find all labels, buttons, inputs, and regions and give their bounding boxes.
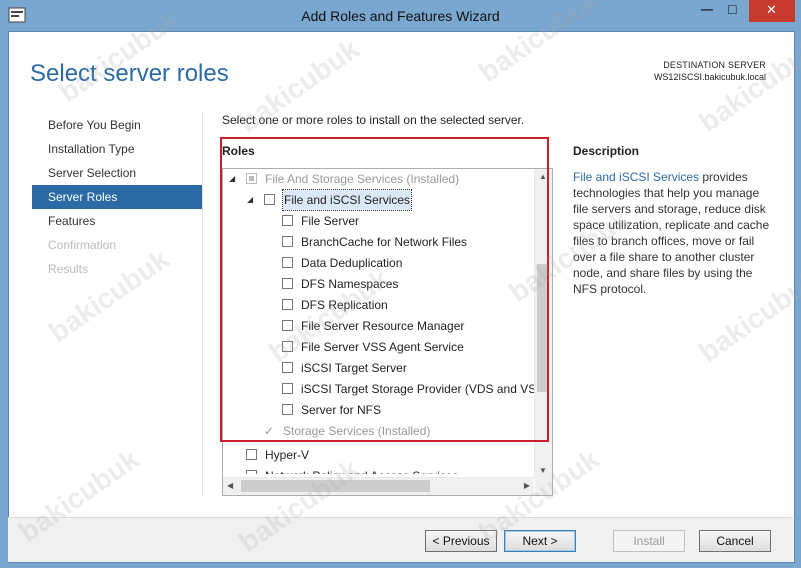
role-checkbox[interactable] [282,362,293,373]
role-row[interactable]: Hyper-V [223,445,534,465]
maximize-icon: □ [728,1,737,17]
role-checkbox[interactable] [246,449,257,460]
role-label: File Server VSS Agent Service [301,340,464,354]
wizard-window: Add Roles and Features Wizard — □ ✕ Sele… [0,0,801,568]
destination-server: WS12ISCSI.bakicubuk.local [653,72,766,82]
role-row[interactable]: DFS Replication [223,295,534,315]
role-label: File and iSCSI Services [281,189,413,211]
role-label: Data Deduplication [301,256,403,270]
scrollbar-corner [535,478,552,495]
scroll-down-icon[interactable]: ▼ [539,466,547,475]
role-checkbox[interactable] [282,341,293,352]
role-label: File And Storage Services (Installed) [265,172,460,186]
nav-installation-type[interactable]: Installation Type [32,137,202,161]
next-button[interactable]: Next > [504,530,576,552]
window-title: Add Roles and Features Wizard [301,8,500,24]
roles-list[interactable]: ◢ File And Storage Services (Installed) ◢ F… [222,168,553,496]
scroll-left-icon[interactable]: ◀ [227,481,233,490]
nav-before-you-begin[interactable]: Before You Begin [32,113,202,137]
role-checkbox[interactable] [282,383,293,394]
role-label: DFS Replication [301,298,388,312]
role-row[interactable]: File Server [223,211,534,231]
wizard-content: Select server roles DESTINATION SERVER W… [8,31,795,563]
expand-collapse-icon[interactable]: ◢ [247,190,253,210]
maximize-button[interactable]: □ [720,0,748,22]
role-label: Network Policy and Access Services [265,466,458,474]
previous-button[interactable]: < Previous [425,530,497,552]
close-icon: ✕ [766,2,777,17]
role-row[interactable]: iSCSI Target Storage Provider (VDS and V… [223,379,544,399]
role-checkbox[interactable] [282,404,293,415]
role-checkbox[interactable] [282,236,293,247]
page-title: Select server roles [30,60,229,87]
role-row[interactable]: iSCSI Target Server [223,358,534,378]
role-row[interactable]: DFS Namespaces [223,274,534,294]
vertical-scrollbar[interactable]: ▲ ▼ [534,169,552,478]
role-row[interactable]: Network Policy and Access Services [223,466,534,474]
role-row[interactable]: ✓ Storage Services (Installed) [223,421,534,441]
description-heading: Description [573,144,640,158]
role-label: BranchCache for Network Files [301,235,468,249]
role-row[interactable]: File Server Resource Manager [223,316,534,336]
wizard-footer: < Previous Next > Install Cancel [8,517,793,562]
destination-label: DESTINATION SERVER [663,60,766,70]
description-text: File and iSCSI Services provides technol… [573,169,773,297]
role-checkbox[interactable] [282,215,293,226]
role-checkbox [246,173,257,184]
role-checkbox[interactable] [282,257,293,268]
role-row[interactable]: Server for NFS [223,400,534,420]
wizard-nav: Before You Begin Installation Type Serve… [32,113,202,281]
title-bar[interactable]: Add Roles and Features Wizard — □ ✕ [0,0,801,32]
role-checkbox[interactable] [282,278,293,289]
role-checkbox[interactable] [282,320,293,331]
horizontal-scroll-thumb[interactable] [241,480,430,492]
role-checkbox[interactable] [264,194,275,205]
nav-confirmation: Confirmation [48,238,117,252]
role-label: iSCSI Target Storage Provider (VDS and V… [301,382,545,396]
role-label: File Server Resource Manager [301,319,465,333]
vertical-scroll-thumb[interactable] [537,264,549,392]
role-row[interactable]: File Server VSS Agent Service [223,337,534,357]
role-label: Server for NFS [301,403,382,417]
nav-features[interactable]: Features [32,209,202,233]
minimize-button[interactable]: — [693,0,719,22]
nav-server-selection[interactable]: Server Selection [32,161,202,185]
role-checkbox[interactable] [282,299,293,310]
close-button[interactable]: ✕ [749,0,795,22]
nav-divider [202,112,203,497]
minimize-icon: — [701,2,713,16]
role-label: iSCSI Target Server [301,361,407,375]
role-label: Storage Services (Installed) [283,424,431,438]
expand-collapse-icon[interactable]: ◢ [229,169,235,189]
role-row[interactable]: ◢ File and iSCSI Services [223,189,534,211]
role-checkbox[interactable] [246,470,257,474]
nav-results: Results [48,262,89,276]
role-label: File Server [301,214,360,228]
install-button: Install [613,530,685,552]
roles-heading: Roles [222,144,255,158]
cancel-button[interactable]: Cancel [699,530,771,552]
description-link[interactable]: File and iSCSI Services [573,170,699,184]
instruction-text: Select one or more roles to install on t… [222,113,525,127]
horizontal-scrollbar[interactable]: ◀ ▶ [223,477,534,495]
scroll-up-icon[interactable]: ▲ [539,172,547,181]
nav-server-roles[interactable]: Server Roles [32,185,202,209]
checkmark-icon: ✓ [264,424,275,438]
role-label: DFS Namespaces [301,277,399,291]
role-label: Hyper-V [265,448,310,462]
role-row[interactable]: ◢ File And Storage Services (Installed) [223,169,534,189]
role-row[interactable]: Data Deduplication [223,253,534,273]
description-body: provides technologies that help you mana… [573,170,770,296]
role-row[interactable]: BranchCache for Network Files [223,232,534,252]
scroll-right-icon[interactable]: ▶ [524,481,530,490]
